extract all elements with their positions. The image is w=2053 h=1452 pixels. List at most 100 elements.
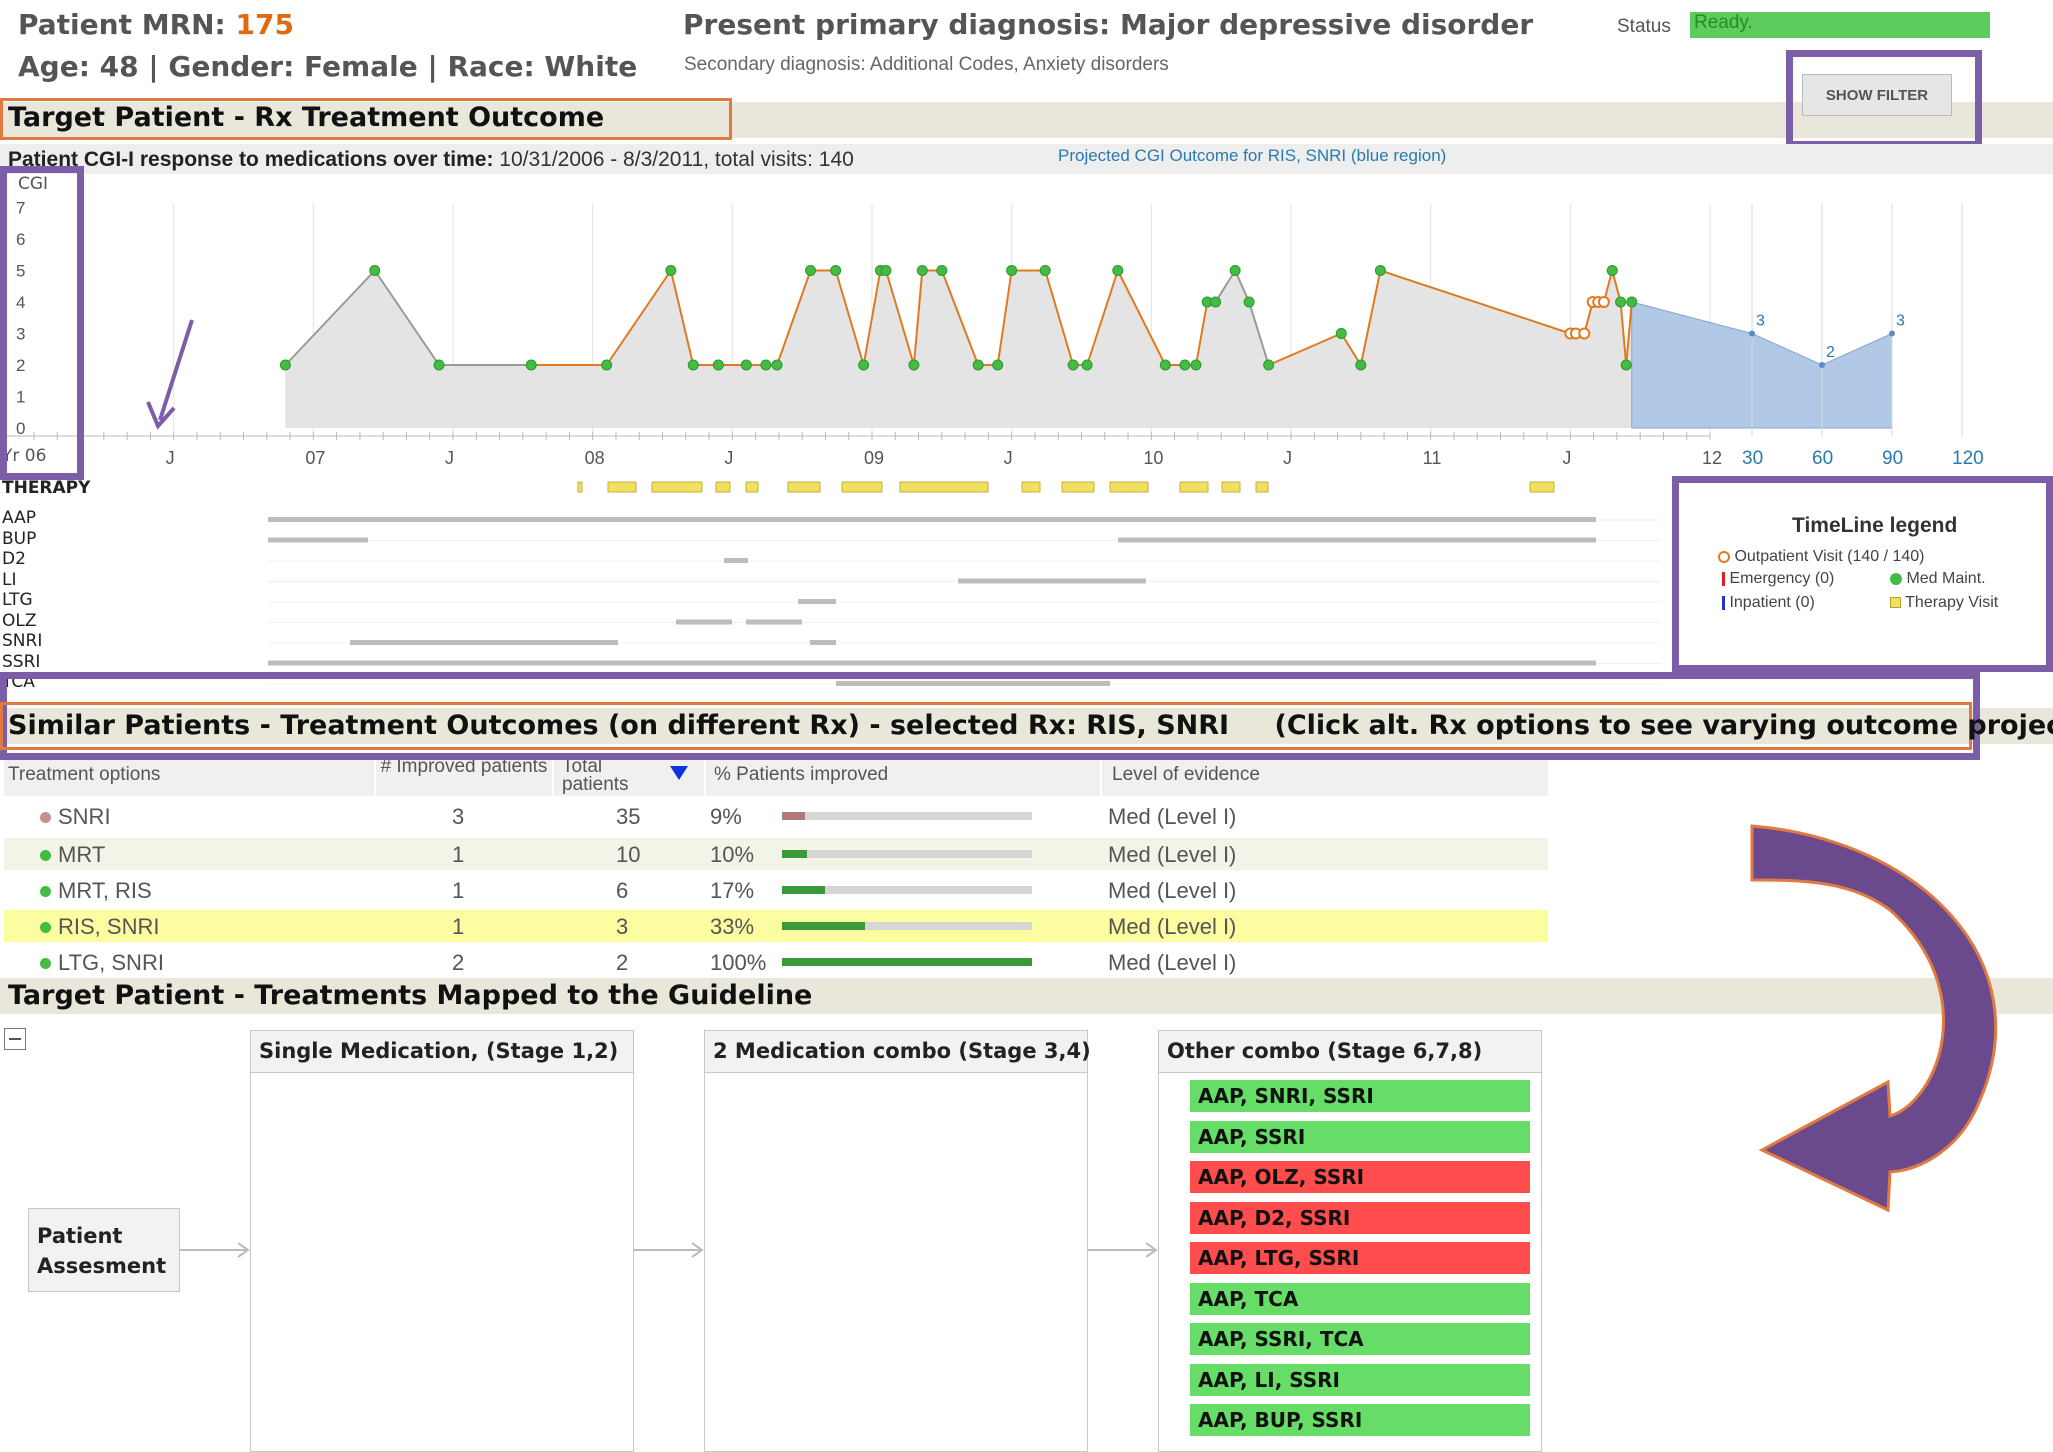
projection-link[interactable]: Projected CGI Outcome for RIS, SNRI (blu… (1058, 146, 1446, 166)
total-count: 10 (616, 842, 641, 867)
col-header-treatment[interactable]: Treatment options (4, 760, 374, 796)
cgi-data-point (908, 359, 920, 371)
col-header-improved[interactable]: # Improved patients (376, 760, 552, 796)
projection-tick-label: 60 (1812, 448, 1833, 469)
total-count: 35 (616, 804, 641, 829)
cgi-data-point (992, 359, 1004, 371)
pct-improved: 9% (710, 804, 742, 829)
stage-3-4-header: 2 Medication combo (Stage 3,4) (704, 1030, 1091, 1074)
medication-bar (1118, 537, 1596, 543)
mrn-label: Patient MRN: (18, 8, 226, 41)
x-tick-label: 10 (1143, 448, 1163, 468)
cgi-data-point (687, 359, 699, 371)
cgi-data-point (1229, 265, 1241, 276)
gender: Gender: Female (168, 50, 418, 83)
total-count: 6 (616, 878, 629, 903)
combo-item[interactable]: AAP, BUP, SSRI (1190, 1404, 1530, 1436)
cgi-data-point (1263, 359, 1275, 371)
therapy-square-icon (1890, 597, 1901, 609)
section-title-rx-outcome: Target Patient - Rx Treatment Outcome (8, 102, 605, 133)
cgi-chart-title: Patient CGI-I response to medications ov… (8, 148, 854, 172)
pct-bar (782, 812, 1032, 820)
curved-arrow-icon (1750, 824, 1998, 1213)
cgi-data-point (433, 359, 445, 371)
projection-point (1819, 362, 1825, 368)
status-dot-icon (40, 850, 51, 861)
cgi-data-point (1355, 359, 1367, 371)
treatment-name[interactable]: SNRI (58, 804, 111, 830)
cgi-data-point (1243, 296, 1255, 308)
cgi-area (285, 270, 1632, 428)
therapy-timeline (268, 481, 1660, 686)
collapse-icon[interactable] (4, 1028, 26, 1050)
cgi-data-point (1006, 265, 1018, 276)
table-row[interactable]: RIS, SNRI 1 3 33% Med (Level I) (4, 910, 1548, 942)
projection-point (1749, 330, 1755, 337)
combo-item[interactable]: AAP, OLZ, SSRI (1190, 1161, 1530, 1193)
cgi-data-point (805, 265, 817, 276)
x-tick-label: 08 (585, 448, 605, 468)
treatment-name[interactable]: MRT, RIS (58, 878, 152, 904)
improved-count: 1 (452, 878, 465, 903)
therapy-visit-mark (1021, 481, 1041, 493)
cgi-data-point (1578, 327, 1591, 340)
y-axis-highlight (0, 166, 84, 480)
x-tick-label: J (1283, 448, 1292, 468)
evidence-level: Med (Level I) (1108, 950, 1237, 975)
col-header-pct[interactable]: % Patients improved (706, 760, 1100, 796)
similar-title-hint: (Click alt. Rx options to see varying ou… (1274, 710, 2053, 741)
status-dot-icon (40, 812, 51, 823)
pct-bar-fill (782, 958, 1032, 966)
combo-item[interactable]: AAP, SSRI, TCA (1190, 1323, 1530, 1355)
combo-item[interactable]: AAP, TCA (1190, 1282, 1530, 1315)
table-row[interactable]: MRT, RIS 1 6 17% Med (Level I) (4, 874, 1548, 906)
rx-label: LTG (2, 590, 33, 610)
table-row[interactable]: LTG, SNRI 2 2 100% Med (Level I) (4, 946, 1548, 978)
patient-demographics: Age: 48 | Gender: Female | Race: White (18, 50, 637, 83)
pct-improved: 100% (710, 950, 767, 975)
combo-item[interactable]: AAP, D2, SSRI (1190, 1201, 1530, 1234)
col-header-evidence[interactable]: Level of evidence (1102, 760, 1548, 796)
cgi-data-point (760, 359, 772, 371)
pct-bar (782, 886, 1032, 894)
x-tick-label: J (724, 448, 733, 468)
pct-bar (782, 850, 1032, 858)
patient-mrn: Patient MRN: 175 (18, 8, 294, 41)
legend-title: TimeLine legend (1792, 514, 1958, 537)
combo-item[interactable]: AAP, LTG, SSRI (1190, 1242, 1530, 1274)
mrn-value: 175 (235, 8, 294, 41)
table-row[interactable]: SNRI 3 35 9% Med (Level I) (4, 800, 1548, 832)
medication-bar (350, 640, 618, 645)
combo-item[interactable]: AAP, SSRI (1190, 1120, 1530, 1153)
medication-bar (676, 619, 732, 625)
x-tick-label: 11 (1423, 448, 1442, 468)
total-count: 2 (616, 950, 629, 975)
col-header-improved-label: # Improved patients (380, 760, 548, 777)
total-count: 3 (616, 914, 629, 939)
projection-point (1889, 330, 1895, 337)
table-row[interactable]: MRT 1 10 10% Med (Level I) (4, 838, 1548, 870)
combo-item[interactable]: AAP, LI, SSRI (1190, 1363, 1530, 1396)
combo-item[interactable]: AAP, SNRI, SSRI (1190, 1080, 1530, 1112)
cgi-data-point (1620, 359, 1632, 371)
pct-improved: 33% (710, 914, 755, 939)
evidence-level: Med (Level I) (1108, 914, 1237, 939)
cgi-data-point (1039, 265, 1051, 276)
cgi-data-point (1210, 296, 1222, 308)
treatment-name[interactable]: RIS, SNRI (58, 914, 159, 940)
cgi-data-point (858, 359, 870, 371)
projection-value-label: 3 (1896, 313, 1905, 330)
legend-inpatient: Inpatient (0) (1722, 594, 1815, 612)
pct-bar-fill (782, 812, 805, 820)
medication-bar (746, 619, 802, 625)
treatment-name[interactable]: LTG, SNRI (58, 950, 164, 976)
improved-count: 1 (452, 914, 465, 939)
rx-label: AAP (2, 508, 36, 528)
treatment-name[interactable]: MRT (58, 842, 105, 868)
cgi-data-point (880, 265, 892, 276)
show-filter-button[interactable]: SHOW FILTER (1802, 74, 1952, 116)
medication-bar (268, 537, 368, 543)
sort-desc-icon[interactable] (670, 766, 688, 780)
evidence-level: Med (Level I) (1108, 804, 1237, 829)
medication-bar (724, 558, 748, 563)
